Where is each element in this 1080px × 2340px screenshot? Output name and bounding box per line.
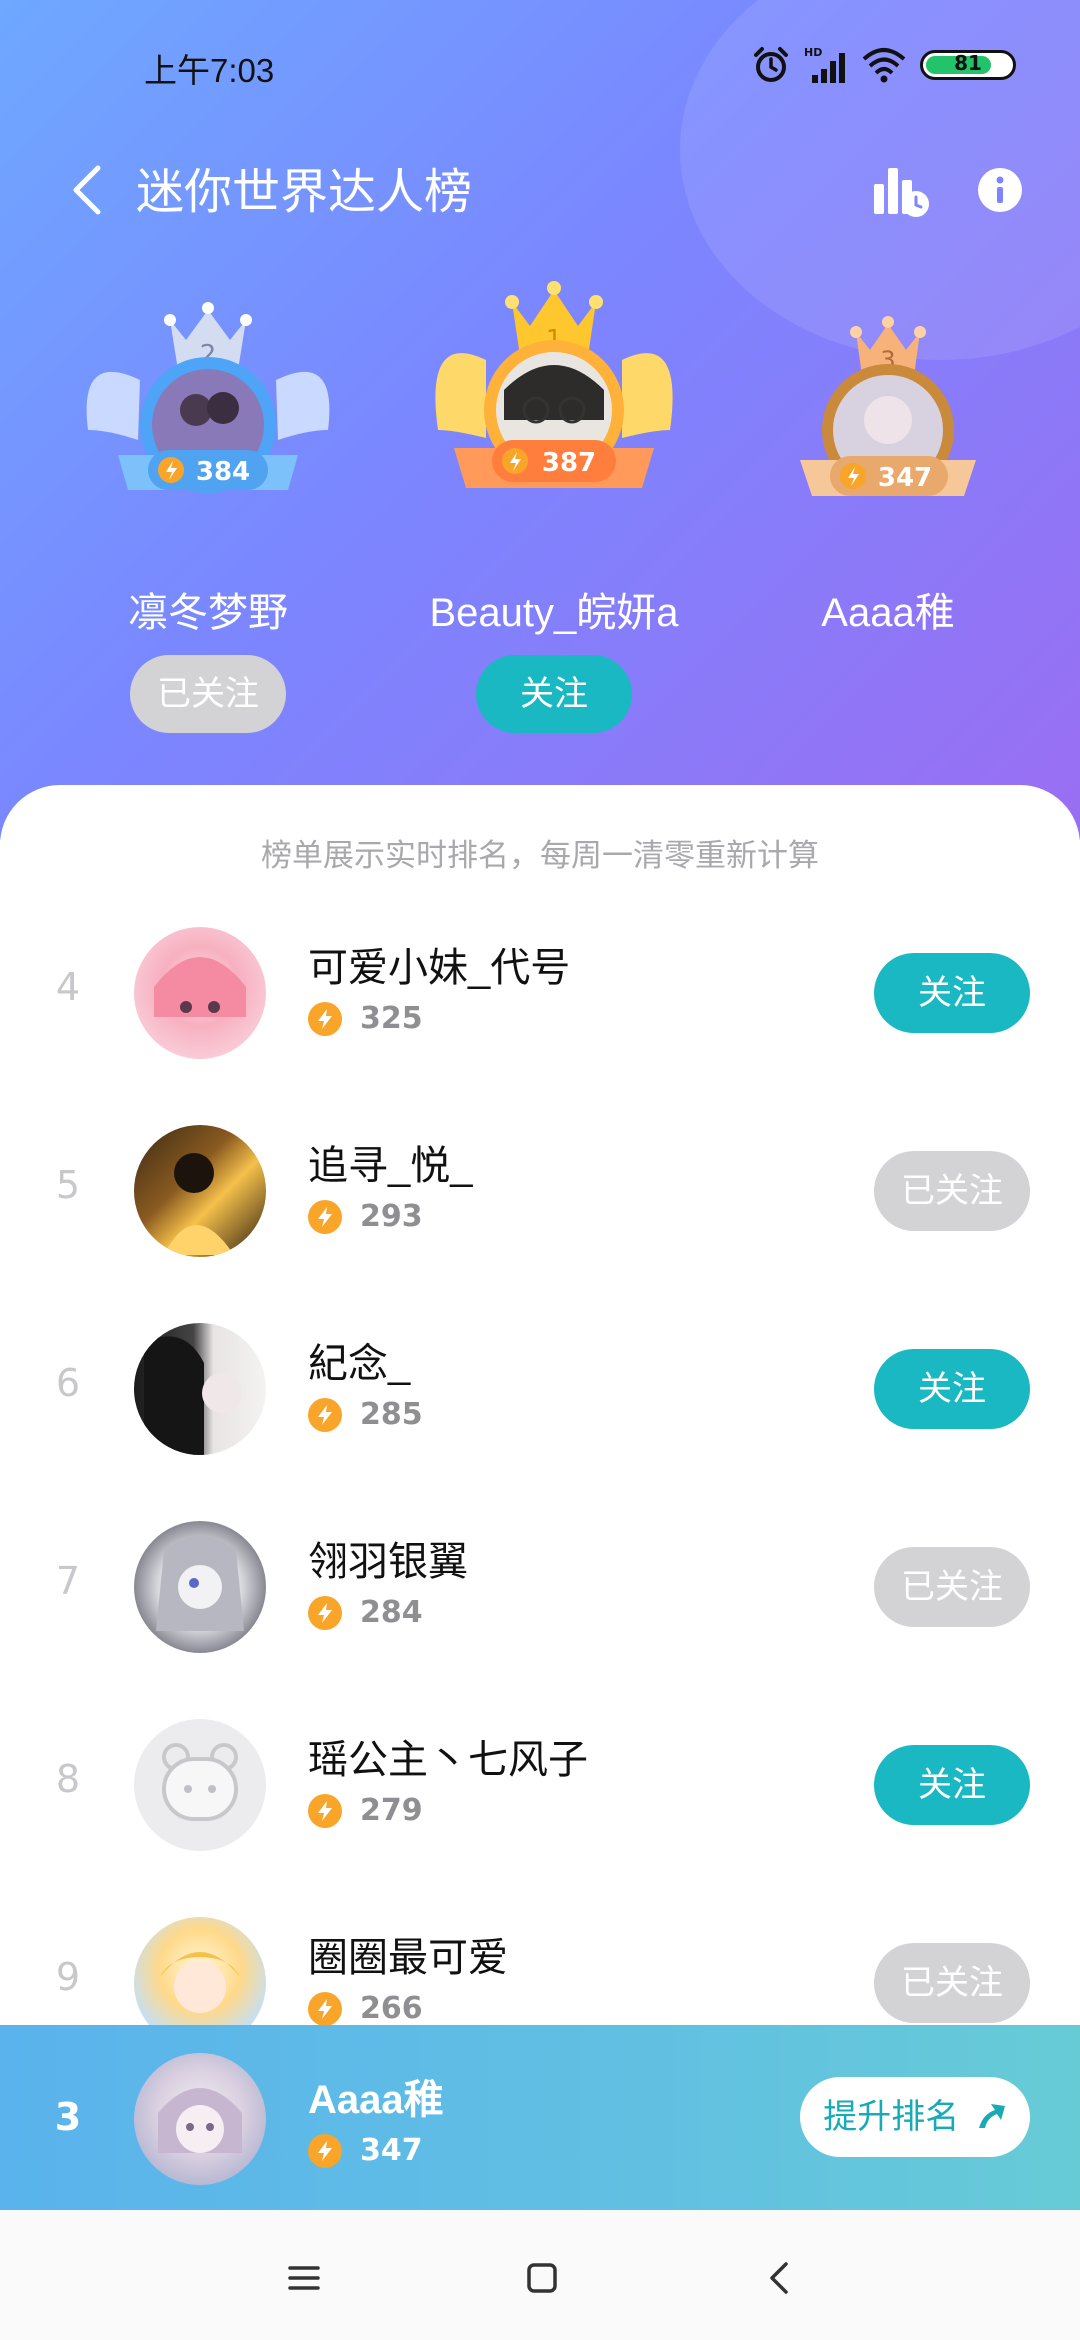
- follow-button[interactable]: 关注: [874, 1349, 1030, 1429]
- lightning-icon: [308, 2133, 342, 2168]
- followed-button[interactable]: 已关注: [874, 1151, 1030, 1231]
- back-arrow-icon[interactable]: [52, 150, 132, 230]
- podium-3-name[interactable]: Aaaa稚: [698, 580, 1078, 638]
- podium-rank-2: 2 384 凛冬梦野 已关注: [58, 280, 358, 750]
- followed-button[interactable]: 已关注: [874, 1943, 1030, 2023]
- followed-button[interactable]: 已关注: [874, 1547, 1030, 1627]
- wifi-icon: [862, 48, 906, 83]
- my-rank: 3: [54, 2095, 82, 2139]
- silver-wing-badge[interactable]: 2 384: [78, 280, 338, 570]
- page-title: 迷你世界达人榜: [136, 166, 473, 219]
- row-score-value: 293: [360, 1199, 423, 1234]
- podium-3-score: 347: [878, 463, 932, 493]
- avatar[interactable]: [134, 927, 266, 1059]
- podium-rank-3: 3 347 Aaaa稚: [738, 280, 1038, 750]
- row-username: 可爱小妹_代号: [308, 946, 571, 990]
- lightning-icon: [308, 1793, 342, 1828]
- lightning-icon: [308, 1001, 342, 1036]
- my-score-value: 347: [360, 2133, 423, 2168]
- row-username: 圈圈最可爱: [308, 1936, 508, 1980]
- info-icon[interactable]: [960, 150, 1040, 230]
- podium-1-name[interactable]: Beauty_皖妍a: [364, 580, 744, 638]
- lightning-icon: [308, 1199, 342, 1234]
- top-bar: 迷你世界达人榜: [0, 130, 1080, 250]
- status-icons: HD 81: [752, 40, 1016, 90]
- row-score-value: 279: [360, 1793, 423, 1828]
- follow-button[interactable]: 关注: [874, 953, 1030, 1033]
- row-score: 285: [308, 1397, 423, 1432]
- rank-history-icon[interactable]: [860, 150, 940, 230]
- row-score-value: 284: [360, 1595, 423, 1630]
- status-bar: 上午7:03 HD 81: [0, 0, 1080, 130]
- row-score: 293: [308, 1199, 423, 1234]
- my-username: Aaaa稚: [308, 2078, 444, 2122]
- row-score: 325: [308, 1001, 423, 1036]
- podium-2-name[interactable]: 凛冬梦野: [18, 580, 398, 638]
- arrow-up-icon: [978, 2104, 1005, 2128]
- row-rank: 9: [55, 1955, 81, 1999]
- status-time: 上午7:03: [144, 52, 275, 89]
- podium-1-score: 387: [542, 448, 596, 478]
- ranking-row[interactable]: 4 可爱小妹_代号 325 关注: [0, 893, 1080, 1091]
- ranking-row[interactable]: 5 追寻_悦_ 293 已关注: [0, 1091, 1080, 1289]
- alarm-icon: [754, 47, 788, 82]
- podium-rank-1: 1 387 Beauty_皖妍a 关注: [404, 280, 704, 750]
- ranking-row[interactable]: 6 紀念_ 285 关注: [0, 1289, 1080, 1487]
- ranking-row[interactable]: 7 翎羽银翼 284 已关注: [0, 1487, 1080, 1685]
- row-username: 瑶公主丶七风子: [308, 1738, 588, 1782]
- row-rank: 6: [55, 1361, 81, 1405]
- lightning-icon: [308, 1595, 342, 1630]
- row-score: 266: [308, 1991, 423, 2026]
- podium-2-score: 384: [196, 457, 250, 487]
- home-icon[interactable]: [512, 2248, 572, 2308]
- raise-rank-label: 提升排名: [823, 2098, 960, 2136]
- back-icon[interactable]: [750, 2248, 810, 2308]
- follow-button[interactable]: 关注: [874, 1745, 1030, 1825]
- row-username: 翎羽银翼: [308, 1540, 468, 1584]
- avatar[interactable]: [134, 1125, 266, 1257]
- system-navigation-bar: [0, 2210, 1080, 2340]
- row-rank: 8: [55, 1757, 81, 1801]
- row-rank: 5: [55, 1163, 81, 1207]
- my-avatar[interactable]: [134, 2053, 266, 2185]
- row-username: 紀念_: [308, 1342, 411, 1386]
- network-label: HD: [804, 46, 822, 59]
- my-score: 347: [308, 2133, 423, 2168]
- lightning-icon: [308, 1397, 342, 1432]
- podium-1-follow-button[interactable]: 关注: [476, 655, 632, 733]
- row-score: 279: [308, 1793, 423, 1828]
- ranking-row[interactable]: 8 瑶公主丶七风子 279 关注: [0, 1685, 1080, 1883]
- avatar[interactable]: [134, 1719, 266, 1851]
- my-rank-bar: 3 Aaaa稚 347 提升排名: [0, 2025, 1080, 2210]
- row-score-value: 285: [360, 1397, 423, 1432]
- bronze-badge[interactable]: 3 347: [758, 280, 1018, 570]
- ranking-notice: 榜单展示实时排名，每周一清零重新计算: [261, 838, 819, 874]
- row-score-value: 266: [360, 1991, 423, 2026]
- row-score-value: 325: [360, 1001, 423, 1036]
- battery-level: 81: [954, 51, 982, 75]
- lightning-icon: [308, 1991, 342, 2026]
- podium-2-follow-button[interactable]: 已关注: [130, 655, 286, 733]
- row-score: 284: [308, 1595, 423, 1630]
- row-rank: 4: [55, 965, 81, 1009]
- avatar[interactable]: [134, 1323, 266, 1455]
- gold-wing-badge[interactable]: 1 387: [424, 270, 684, 560]
- signal-icon: HD: [804, 46, 845, 83]
- row-username: 追寻_悦_: [308, 1144, 473, 1188]
- row-rank: 7: [55, 1559, 81, 1603]
- raise-rank-button[interactable]: 提升排名: [800, 2077, 1030, 2157]
- battery-icon: 81: [920, 50, 1016, 80]
- menu-icon[interactable]: [274, 2248, 334, 2308]
- avatar[interactable]: [134, 1521, 266, 1653]
